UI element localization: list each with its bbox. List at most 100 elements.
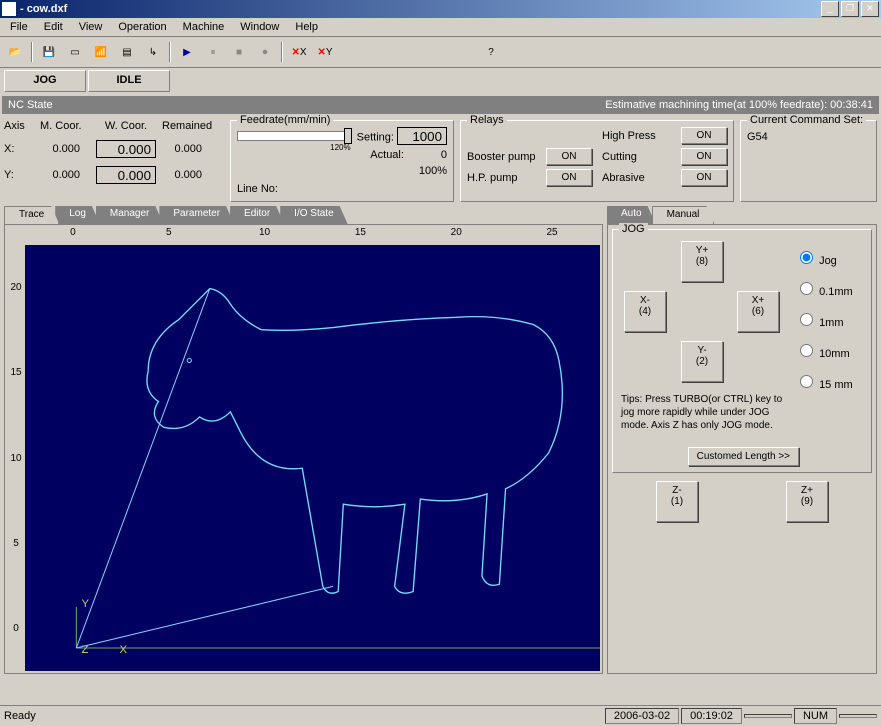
canvas-wrap: 0 5 10 15 20 25 20 15 10 5 0 xyxy=(4,224,603,674)
nc-state-label: NC State xyxy=(8,99,53,111)
info-panel: Axis M. Coor. W. Coor. Remained X: 0.000… xyxy=(0,116,881,206)
relay-booster-btn[interactable]: ON xyxy=(546,148,592,165)
tool-export-icon[interactable]: ↳ xyxy=(141,40,165,64)
relay-hppump: H.P. pump xyxy=(467,172,518,184)
axis-y-w[interactable] xyxy=(96,166,156,184)
status-idle[interactable]: IDLE xyxy=(88,70,170,92)
relays-group: Relays High PressON Booster pumpON Cutti… xyxy=(460,120,734,202)
hdr-mcoor: M. Coor. xyxy=(40,120,90,132)
axis-x-m: 0.000 xyxy=(40,143,80,155)
menubar: File Edit View Operation Machine Window … xyxy=(0,18,881,37)
hdr-wcoor: W. Coor. xyxy=(96,120,156,132)
menu-machine[interactable]: Machine xyxy=(175,19,233,35)
axis-y-r: 0.000 xyxy=(162,169,202,181)
cow-drawing: Y X Z xyxy=(25,245,600,671)
feedrate-slider[interactable] xyxy=(237,131,351,141)
jog-buttons: Y+(8) X-(4) X+(6) Y-(2) xyxy=(619,236,865,416)
tool-y-axis[interactable]: ✕Y xyxy=(313,40,337,64)
titlebar: - cow.dxf _ ❐ ✕ xyxy=(0,0,881,18)
close-button[interactable]: ✕ xyxy=(861,1,879,17)
left-tabs: Trace Log Manager Parameter Editor I/O S… xyxy=(4,206,603,224)
tool-save-icon[interactable]: 💾 xyxy=(37,40,61,64)
menu-window[interactable]: Window xyxy=(232,19,287,35)
jog-title: JOG xyxy=(619,223,648,235)
status-ready: Ready xyxy=(4,710,36,722)
relay-abrasive: Abrasive xyxy=(602,172,645,184)
tab-auto[interactable]: Auto xyxy=(607,206,656,224)
relay-hppump-btn[interactable]: ON xyxy=(546,169,592,186)
tab-manager[interactable]: Manager xyxy=(96,206,163,224)
jog-xplus[interactable]: X+(6) xyxy=(737,291,779,332)
axis-x-label: X: xyxy=(4,143,34,155)
axis-x-w[interactable] xyxy=(96,140,156,158)
tool-window-icon[interactable]: ▭ xyxy=(63,40,87,64)
left-panel: Trace Log Manager Parameter Editor I/O S… xyxy=(4,206,603,674)
relays-title: Relays xyxy=(467,114,507,126)
relay-highpress: High Press xyxy=(602,130,656,142)
axis-y-label: Y: xyxy=(4,169,34,181)
status-time: 00:19:02 xyxy=(681,708,742,724)
menu-operation[interactable]: Operation xyxy=(110,19,174,35)
cmdset-title: Current Command Set: xyxy=(747,114,866,126)
main-area: Trace Log Manager Parameter Editor I/O S… xyxy=(0,206,881,674)
tool-record-icon[interactable]: ⏺ xyxy=(253,40,277,64)
slider-max: 120% xyxy=(237,143,351,152)
feedrate-group: Feedrate(mm/min) 120% Setting: Actual: 0… xyxy=(230,120,454,202)
tool-help-icon[interactable]: ? xyxy=(479,40,503,64)
jog-yminus[interactable]: Y-(2) xyxy=(681,341,723,382)
menu-file[interactable]: File xyxy=(2,19,36,35)
tool-open-icon[interactable]: 📂 xyxy=(3,40,27,64)
customed-length-button[interactable]: Customed Length >> xyxy=(688,447,799,466)
menu-help[interactable]: Help xyxy=(287,19,326,35)
tab-editor[interactable]: Editor xyxy=(230,206,284,224)
tool-stop-icon[interactable]: ■ xyxy=(227,40,251,64)
cmdset-value: G54 xyxy=(747,131,870,143)
window-buttons: _ ❐ ✕ xyxy=(819,1,879,17)
tool-signal-icon[interactable]: 📶 xyxy=(89,40,113,64)
jog-group: JOG Jog 0.1mm 1mm 10mm 15 mm Y+(8) X-(4)… xyxy=(612,229,872,473)
actual-value: 0 xyxy=(407,149,447,161)
axis-y-m: 0.000 xyxy=(40,169,80,181)
hdr-remained: Remained xyxy=(162,120,222,132)
ruler-vertical: 20 15 10 5 0 xyxy=(7,245,25,671)
tab-iostate[interactable]: I/O State xyxy=(280,206,347,224)
trace-canvas[interactable]: Y X Z xyxy=(25,245,600,671)
z-buttons: Z-(1) Z+(9) xyxy=(612,473,872,522)
tab-manual[interactable]: Manual xyxy=(652,206,715,224)
relay-booster: Booster pump xyxy=(467,151,535,163)
right-panel: Auto Manual JOG Jog 0.1mm 1mm 10mm 15 mm… xyxy=(607,206,877,674)
machining-time: Estimative machining time(at 100% feedra… xyxy=(605,99,873,111)
status-jog[interactable]: JOG xyxy=(4,70,86,92)
feedrate-percent: 100% xyxy=(357,165,447,177)
relay-abrasive-btn[interactable]: ON xyxy=(681,169,727,186)
tool-pause-icon[interactable]: ⏸ xyxy=(201,40,225,64)
statusbar: Ready 2006-03-02 00:19:02 NUM xyxy=(0,705,881,726)
minimize-button[interactable]: _ xyxy=(821,1,839,17)
lineno-label: Line No: xyxy=(237,183,447,195)
ruler-horizontal: 0 5 10 15 20 25 xyxy=(25,227,600,245)
tool-x-axis[interactable]: ✕X xyxy=(287,40,311,64)
menu-view[interactable]: View xyxy=(71,19,111,35)
actual-label: Actual: xyxy=(370,149,404,161)
app-icon xyxy=(2,2,16,16)
jog-xminus[interactable]: X-(4) xyxy=(624,291,666,332)
jog-yplus[interactable]: Y+(8) xyxy=(681,241,723,282)
axis-x-label: X xyxy=(119,644,127,656)
relay-highpress-btn[interactable]: ON xyxy=(681,127,727,144)
tab-trace[interactable]: Trace xyxy=(4,206,59,224)
jog-zplus[interactable]: Z+(9) xyxy=(786,481,828,522)
tab-log[interactable]: Log xyxy=(55,206,100,224)
tool-play-icon[interactable]: ▶ xyxy=(175,40,199,64)
relay-cutting-btn[interactable]: ON xyxy=(681,148,727,165)
status-num: NUM xyxy=(794,708,837,724)
tool-layers-icon[interactable]: ▤ xyxy=(115,40,139,64)
axis-x-r: 0.000 xyxy=(162,143,202,155)
jog-panel: JOG Jog 0.1mm 1mm 10mm 15 mm Y+(8) X-(4)… xyxy=(607,224,877,674)
restore-button[interactable]: ❐ xyxy=(841,1,859,17)
menu-edit[interactable]: Edit xyxy=(36,19,71,35)
tab-parameter[interactable]: Parameter xyxy=(159,206,234,224)
setting-input[interactable] xyxy=(397,127,447,145)
jog-zminus[interactable]: Z-(1) xyxy=(656,481,698,522)
toolbar: 📂 💾 ▭ 📶 ▤ ↳ ▶ ⏸ ■ ⏺ ✕X ✕Y ? xyxy=(0,37,881,68)
right-tabs: Auto Manual xyxy=(607,206,877,224)
